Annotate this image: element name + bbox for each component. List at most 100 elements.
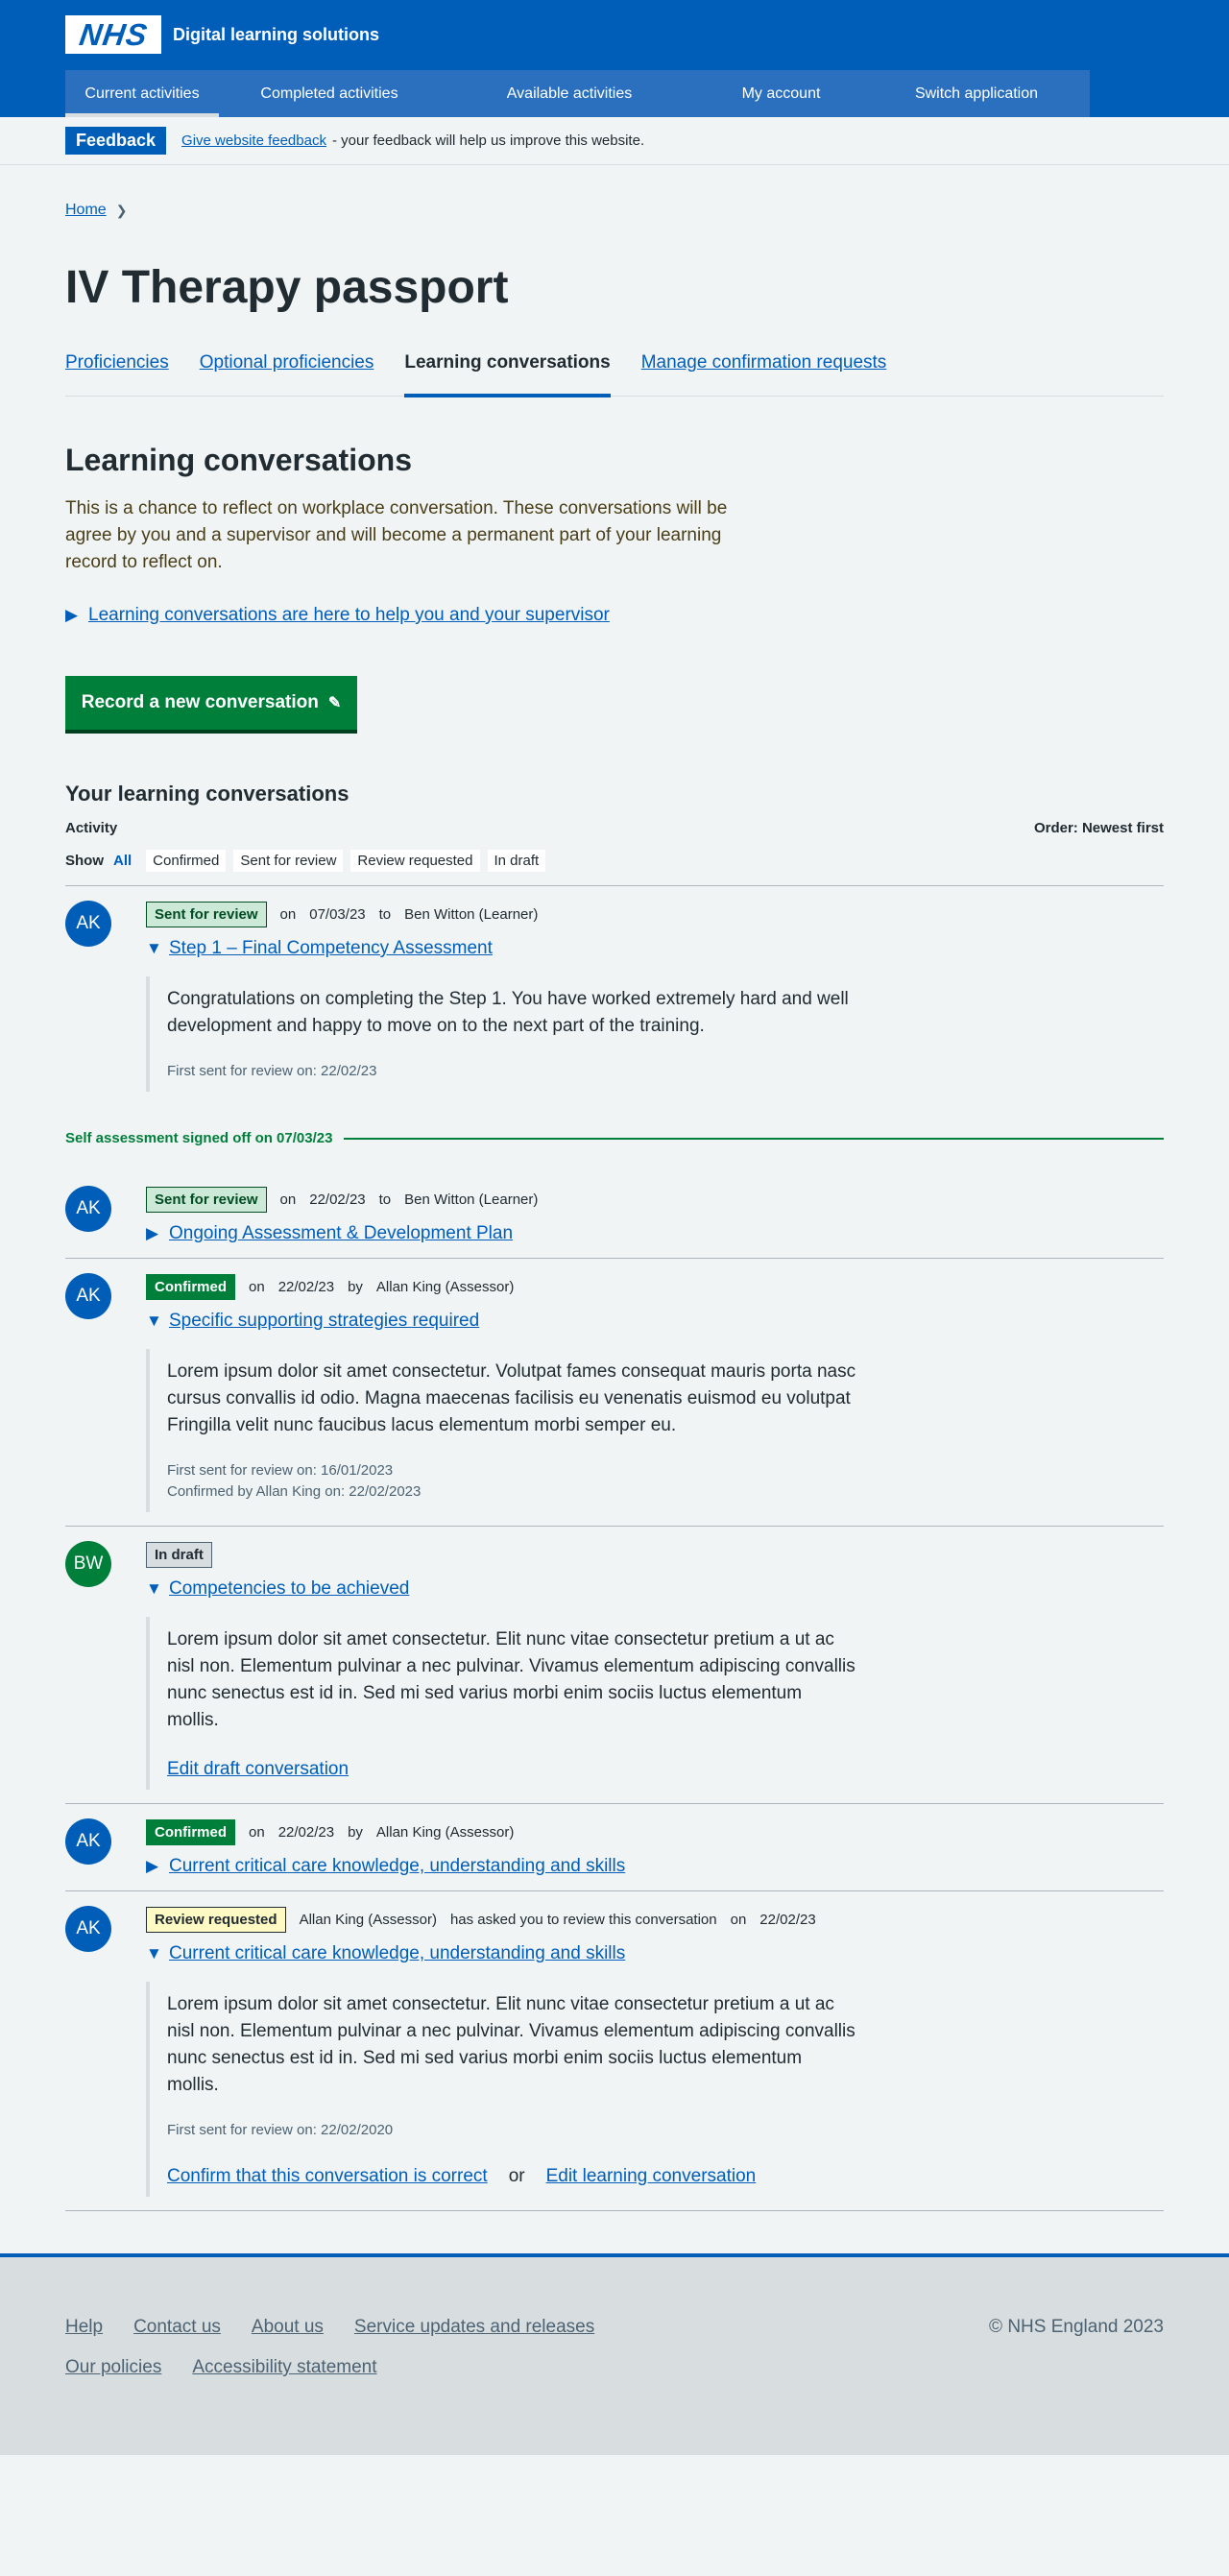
tab-manage-confirmation-requests[interactable]: Manage confirmation requests: [641, 352, 887, 397]
nav-my-account[interactable]: My account: [699, 70, 863, 117]
avatar: AK: [65, 1186, 111, 1232]
footer-link-contact[interactable]: Contact us: [133, 2317, 221, 2338]
intro-text: This is a chance to reflect on workplace…: [65, 498, 728, 572]
footer-link-service-updates[interactable]: Service updates and releases: [354, 2317, 594, 2338]
conversation-title-row[interactable]: ▼ Current critical care knowledge, under…: [146, 1943, 1164, 1964]
status-badge: Confirmed: [146, 1273, 235, 1300]
conversation-item: AK Confirmed on 22/02/23 by Allan King (…: [65, 1259, 1164, 1527]
conversation-meta: In draft: [146, 1540, 1164, 1569]
nav-current-activities[interactable]: Current activities: [65, 70, 219, 117]
activity-row: Activity Order: Newest first: [65, 820, 1164, 836]
conversation-item: AK Confirmed on 22/02/23 by Allan King (…: [65, 1804, 1164, 1891]
conversation-item: AK Review requested Allan King (Assessor…: [65, 1891, 1164, 2211]
nav-available-activities[interactable]: Available activities: [440, 70, 699, 117]
meta-person: Allan King (Assessor): [299, 1911, 437, 1928]
filter-review-requested[interactable]: Review requested: [350, 850, 480, 872]
filter-in-draft[interactable]: In draft: [487, 850, 546, 872]
conversation-title-row[interactable]: ▼ Specific supporting strategies require…: [146, 1311, 1164, 1332]
conversation-item: BW In draft ▼ Competencies to be achieve…: [65, 1527, 1164, 1804]
confirmed-by-text: Confirmed by Allan King on: 22/02/2023: [167, 1483, 422, 1500]
section-title: Learning conversations: [65, 443, 412, 477]
feedback-tag: Feedback: [65, 127, 167, 155]
conversation-details: Lorem ipsum dolor sit amet consectetur. …: [146, 1617, 876, 1790]
edit-draft-link[interactable]: Edit draft conversation: [167, 1759, 876, 1780]
meta-on: on: [249, 1278, 265, 1295]
nav-completed-activities[interactable]: Completed activities: [219, 70, 440, 117]
record-new-conversation-button[interactable]: Record a new conversation ✎: [65, 676, 357, 730]
conversation-title-link[interactable]: Current critical care knowledge, underst…: [169, 1856, 625, 1877]
meta-date: 22/02/23: [309, 1191, 366, 1208]
avatar: AK: [65, 1273, 111, 1319]
tab-optional-proficiencies[interactable]: Optional proficiencies: [200, 352, 374, 397]
nav-switch-application[interactable]: Switch application: [863, 70, 1090, 117]
breadcrumb: Home ❯: [65, 165, 1164, 219]
edit-conversation-link[interactable]: Edit learning conversation: [546, 2166, 757, 2187]
meta-person: Allan King (Assessor): [375, 1823, 515, 1841]
copyright: © NHS England 2023: [989, 2317, 1164, 2337]
order-label[interactable]: Order: Newest first: [1034, 820, 1164, 836]
conversation-title-row[interactable]: ▼ Competencies to be achieved: [146, 1578, 1164, 1600]
conversation-meta: Sent for review on 07/03/23 to Ben Witto…: [146, 900, 1164, 928]
status-badge: Confirmed: [146, 1818, 235, 1845]
feedback-link[interactable]: Give website feedback: [181, 132, 326, 149]
conversation-title-link[interactable]: Current critical care knowledge, underst…: [169, 1943, 625, 1964]
service-name[interactable]: Digital learning solutions: [173, 25, 379, 45]
footer-link-help[interactable]: Help: [65, 2317, 103, 2338]
triangle-down-icon: ▼: [146, 939, 162, 957]
confirm-conversation-link[interactable]: Confirm that this conversation is correc…: [167, 2166, 488, 2187]
status-badge: Sent for review: [146, 1186, 267, 1213]
breadcrumb-home[interactable]: Home: [65, 202, 107, 219]
triangle-right-icon: ▶: [146, 1224, 159, 1242]
nhs-logo[interactable]: NHS: [65, 15, 161, 54]
meta-asked: has asked you to review this conversatio…: [449, 1911, 717, 1928]
conversation-title-link[interactable]: Step 1 – Final Competency Assessment: [169, 938, 493, 959]
footer-link-accessibility[interactable]: Accessibility statement: [192, 2357, 376, 2378]
signoff-line: [344, 1137, 1164, 1140]
footer-link-policies[interactable]: Our policies: [65, 2357, 161, 2378]
tabs: Proficiencies Optional proficiencies Lea…: [65, 352, 1164, 397]
conversation-body: Confirmed on 22/02/23 by Allan King (Ass…: [146, 1818, 1164, 1877]
meta-on: on: [279, 1191, 297, 1208]
footer-link-about[interactable]: About us: [252, 2317, 324, 2338]
page-title: IV Therapy passport: [65, 262, 509, 313]
conversation-title-link[interactable]: Specific supporting strategies required: [169, 1311, 479, 1332]
conversation-meta: Confirmed on 22/02/23 by Allan King (Ass…: [146, 1272, 1164, 1301]
meta-rel: to: [378, 1191, 392, 1208]
pencil-icon: ✎: [327, 695, 342, 711]
list-title: Your learning conversations: [65, 782, 349, 806]
avatar: BW: [65, 1541, 111, 1587]
or-text: or: [508, 2166, 525, 2186]
conversation-title-row[interactable]: ▼ Step 1 – Final Competency Assessment: [146, 938, 1164, 959]
triangle-down-icon: ▼: [146, 1579, 162, 1598]
conversation-title-row[interactable]: ▶ Ongoing Assessment & Development Plan: [146, 1223, 1164, 1244]
conversation-details: Lorem ipsum dolor sit amet consectetur. …: [146, 1349, 876, 1512]
avatar: AK: [65, 901, 111, 947]
meta-date: 22/02/23: [277, 1823, 335, 1841]
conversation-title-row[interactable]: ▶ Current critical care knowledge, under…: [146, 1856, 1164, 1877]
conversation-title-link[interactable]: Ongoing Assessment & Development Plan: [169, 1223, 513, 1244]
tab-proficiencies[interactable]: Proficiencies: [65, 352, 169, 397]
first-sent-text: First sent for review on: 22/02/23: [167, 1063, 377, 1079]
site-footer: Help Contact us About us Service updates…: [0, 2253, 1229, 2455]
meta-date: 22/02/23: [277, 1278, 335, 1295]
chevron-right-icon: ❯: [115, 202, 128, 218]
filter-confirmed[interactable]: Confirmed: [146, 850, 227, 872]
conversation-list: AK Sent for review on 07/03/23 to Ben Wi…: [65, 885, 1164, 2211]
conversation-text: Congratulations on completing the Step 1…: [167, 989, 849, 1036]
avatar: AK: [65, 1906, 111, 1952]
first-sent-text: First sent for review on: 16/01/2023: [167, 1462, 394, 1479]
conversation-meta: Sent for review on 22/02/23 to Ben Witto…: [146, 1185, 1164, 1214]
meta-date: 07/03/23: [309, 905, 366, 923]
status-badge: Review requested: [146, 1906, 286, 1933]
conversation-item: AK Sent for review on 07/03/23 to Ben Wi…: [65, 886, 1164, 1105]
first-sent-text: First sent for review on: 22/02/2020: [167, 2122, 394, 2138]
filter-sent-for-review[interactable]: Sent for review: [233, 850, 344, 872]
details-summary-link[interactable]: Learning conversations are here to help …: [88, 605, 610, 626]
avatar: AK: [65, 1818, 111, 1865]
conversation-body: Review requested Allan King (Assessor) h…: [146, 1905, 1164, 2197]
filter-all[interactable]: All: [113, 850, 138, 872]
conversation-body: Confirmed on 22/02/23 by Allan King (Ass…: [146, 1272, 1164, 1512]
details-summary[interactable]: ▶ Learning conversations are here to hel…: [65, 605, 1164, 626]
tab-learning-conversations[interactable]: Learning conversations: [404, 352, 612, 397]
conversation-title-link[interactable]: Competencies to be achieved: [169, 1578, 409, 1600]
